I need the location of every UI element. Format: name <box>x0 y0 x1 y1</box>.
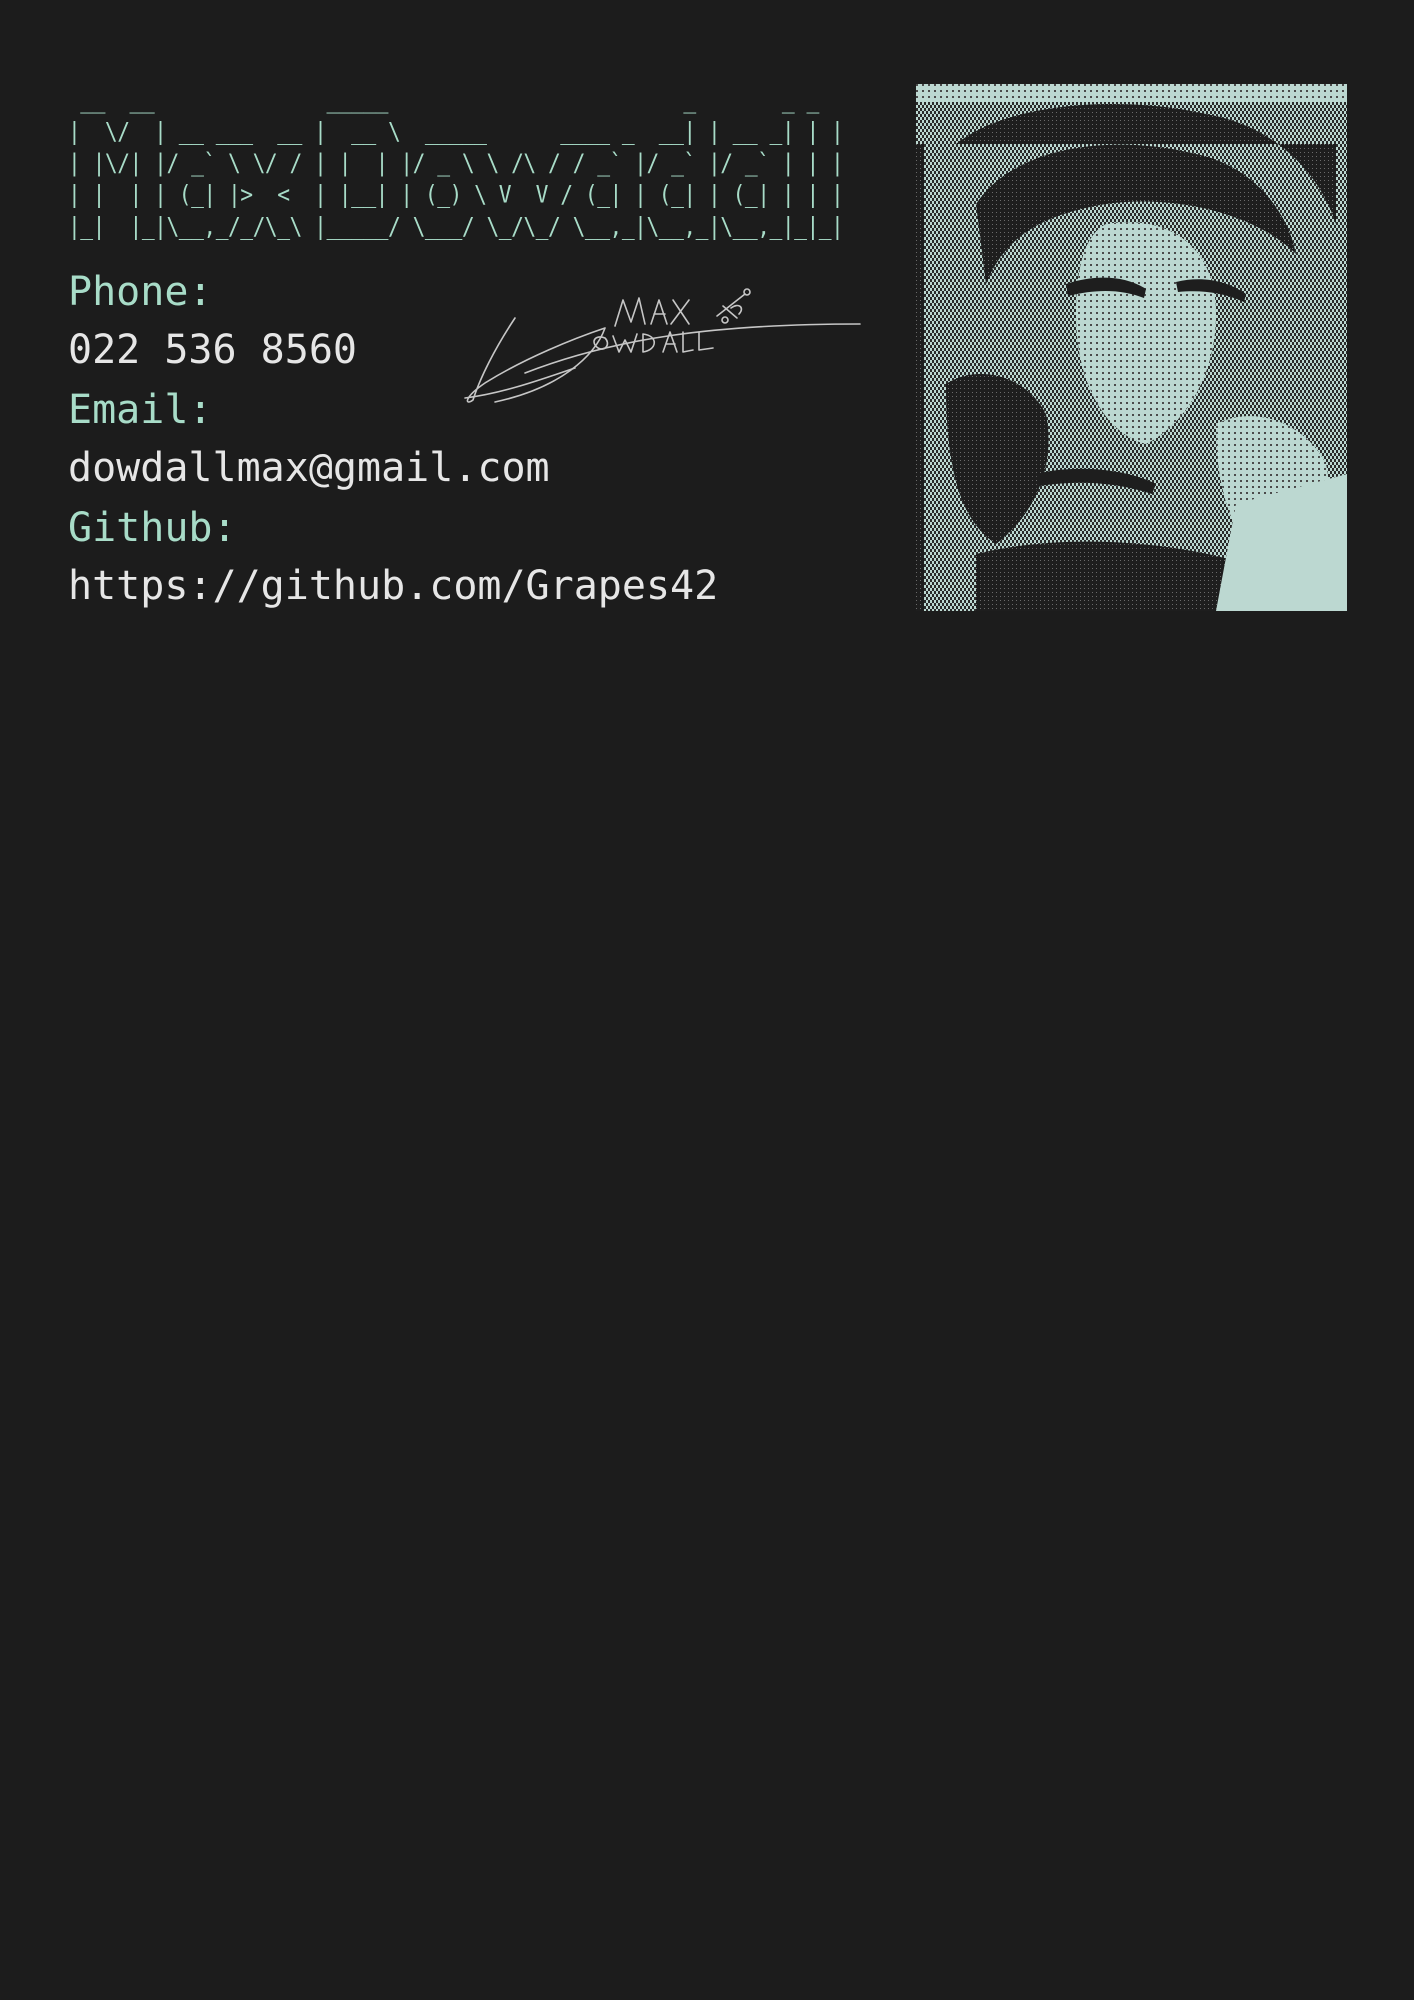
signature-drawing <box>464 288 861 403</box>
business-card-page: __ __ _____ _ _ _ | \/ | __ ___ __ | __ … <box>0 0 1414 2000</box>
github-label: Github: <box>68 505 237 551</box>
ascii-portrait-image <box>916 84 1347 611</box>
email-value: dowdallmax@gmail.com <box>68 445 550 491</box>
portrait-pattern <box>916 84 1347 611</box>
handwritten-signature <box>455 278 865 418</box>
github-link[interactable]: https://github.com/Grapes42 <box>68 560 788 620</box>
name-ascii-art: __ __ _____ _ _ _ | \/ | __ ___ __ | __ … <box>68 85 844 241</box>
name-ascii-art-header: __ __ _____ _ _ _ | \/ | __ ___ __ | __ … <box>68 84 844 242</box>
